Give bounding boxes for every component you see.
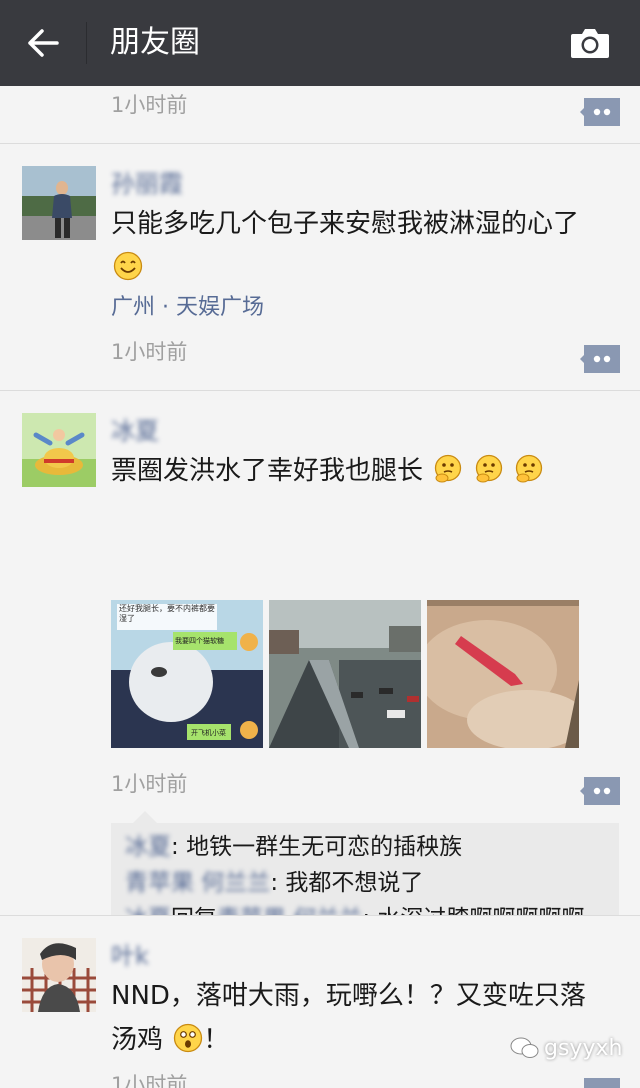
photo-thumbnail[interactable]: 还好我腿长，要不内裤都要湿了 我要四个猫软糖 开飞机小菜 bbox=[111, 600, 263, 748]
comment-separator: : bbox=[171, 834, 187, 860]
comment-text: 我都不想说了 bbox=[285, 870, 424, 896]
comment-author[interactable]: 青苹果 何兰兰 bbox=[125, 870, 270, 896]
comment-text: 地铁一群生无可恋的插秧族 bbox=[186, 834, 463, 860]
smile-emoji-icon bbox=[113, 251, 143, 281]
post-time: 1小时前 bbox=[111, 772, 188, 796]
comment-menu-icon[interactable] bbox=[580, 345, 620, 373]
avatar[interactable] bbox=[22, 166, 96, 240]
avatar[interactable] bbox=[22, 413, 96, 487]
moment-post: 1小时前 bbox=[0, 86, 640, 143]
page-title: 朋友圈 bbox=[110, 25, 200, 60]
post-time: 1小时前 bbox=[111, 340, 188, 364]
post-author-name[interactable]: 叶k bbox=[111, 940, 149, 972]
post-text: 票圈发洪水了幸好我也腿长 bbox=[111, 449, 611, 493]
post-text-content: 票圈发洪水了幸好我也腿长 bbox=[111, 456, 424, 486]
post-time: 1小时前 bbox=[111, 1073, 188, 1088]
comments-pointer bbox=[133, 811, 157, 823]
thinking-emoji-icon bbox=[515, 454, 542, 483]
thinking-emoji-icon bbox=[435, 454, 462, 483]
back-arrow-icon bbox=[28, 29, 59, 57]
comment-item[interactable]: 青苹果 何兰兰: 我都不想说了 bbox=[125, 865, 605, 901]
camera-icon bbox=[571, 29, 609, 58]
comment-menu-icon[interactable] bbox=[580, 98, 620, 126]
shocked-emoji-icon bbox=[174, 1023, 203, 1053]
post-location[interactable]: 广州 · 天娱广场 bbox=[111, 292, 264, 324]
post-author-name[interactable]: 冰夏 bbox=[111, 415, 159, 447]
photo-thumbnail[interactable] bbox=[427, 600, 579, 748]
post-text-end: ！ bbox=[203, 1025, 230, 1055]
photo-caption: 还好我腿长，要不内裤都要湿了 bbox=[119, 604, 215, 623]
top-bar: 朋友圈 bbox=[0, 0, 640, 86]
comment-menu-icon[interactable] bbox=[580, 777, 620, 805]
post-time: 1小时前 bbox=[111, 93, 188, 117]
back-button[interactable] bbox=[18, 18, 68, 68]
post-text-content: 只能多吃几个包子来安慰我被淋湿的心了 bbox=[111, 209, 580, 239]
moments-feed[interactable]: 1小时前 孙丽霞 只能多吃几个包子来安慰我被淋湿的心了 广州 · 天娱广场 1小… bbox=[0, 86, 640, 1088]
watermark-text: gsyyxh bbox=[544, 1036, 623, 1061]
camera-button[interactable] bbox=[562, 18, 618, 68]
post-author-name[interactable]: 孙丽霞 bbox=[111, 168, 183, 200]
wechat-logo-icon bbox=[510, 1037, 539, 1058]
comment-item[interactable]: 冰夏: 地铁一群生无可恋的插秧族 bbox=[125, 829, 605, 865]
photo-caption: 开飞机小菜 bbox=[191, 729, 226, 737]
comment-separator: : bbox=[270, 870, 286, 896]
thinking-emoji-icon bbox=[475, 454, 502, 483]
header-divider bbox=[86, 22, 87, 64]
photo-grid: 还好我腿长，要不内裤都要湿了 我要四个猫软糖 开飞机小菜 bbox=[111, 600, 581, 748]
post-text: 只能多吃几个包子来安慰我被淋湿的心了 bbox=[111, 202, 611, 290]
comment-menu-icon[interactable] bbox=[580, 1078, 620, 1088]
photo-caption: 我要四个猫软糖 bbox=[175, 637, 224, 645]
moment-post: 冰夏 票圈发洪水了幸好我也腿长 还好我腿长，要不内裤都要湿了 我要四个猫软糖 开… bbox=[0, 391, 640, 949]
moment-post: 孙丽霞 只能多吃几个包子来安慰我被淋湿的心了 广州 · 天娱广场 1小时前 bbox=[0, 144, 640, 390]
watermark: gsyyxh bbox=[510, 1036, 622, 1061]
moment-post: 叶k NND，落咁大雨，玩嘢么！？又变咗只落汤鸡 ！ 1小时前 bbox=[0, 916, 640, 1088]
comment-author[interactable]: 冰夏 bbox=[125, 834, 171, 860]
photo-thumbnail[interactable] bbox=[269, 600, 421, 748]
avatar[interactable] bbox=[22, 938, 96, 1012]
